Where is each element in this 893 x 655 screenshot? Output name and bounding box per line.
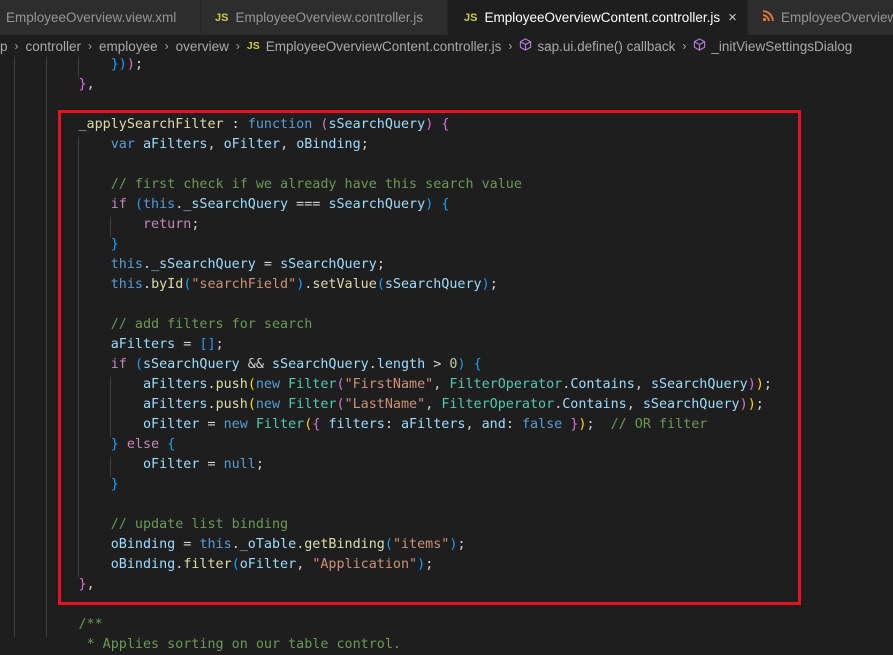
rss-xml-icon — [762, 10, 774, 25]
tab-employee-overview-content-controller-js[interactable]: JS EmployeeOverviewContent.controller.js… — [448, 0, 748, 35]
js-file-icon: JS — [464, 11, 478, 24]
code-line: }, — [14, 75, 95, 95]
tab-label: EmployeeOverview.controller.js — [235, 10, 424, 25]
chevron-right-icon: › — [164, 39, 169, 53]
tab-label: EmployeeOverview.view.xml — [6, 10, 177, 25]
breadcrumb-item[interactable]: employee — [99, 39, 158, 54]
breadcrumb-item[interactable]: EmployeeOverviewContent.controller.js — [266, 39, 502, 54]
tab-label: EmployeeOverviewContent.controller.js — [484, 10, 721, 25]
code-editor[interactable]: })); }, _applySearchFilter : function (s… — [0, 55, 893, 652]
code-token: ) — [126, 57, 135, 72]
code-line: })); — [14, 55, 143, 75]
breadcrumb-item[interactable]: _initViewSettingsDialog — [711, 39, 852, 54]
code-token: ; — [134, 57, 143, 72]
code-line: /** — [14, 615, 103, 635]
tab-employee-overview-controller-js[interactable]: JS EmployeeOverview.controller.js — [201, 0, 448, 35]
code-line: * Applies sorting on our table control. — [14, 635, 401, 655]
cube-icon — [519, 38, 532, 54]
js-file-icon: JS — [215, 11, 229, 24]
breadcrumb: p › controller › employee › overview › J… — [0, 35, 893, 57]
code-token: /** — [78, 617, 103, 632]
chevron-right-icon: › — [508, 39, 513, 53]
chevron-right-icon: › — [14, 39, 19, 53]
tab-employee-overview[interactable]: EmployeeOverview — [748, 0, 893, 35]
code-token: , — [86, 77, 95, 92]
code-token: } — [78, 77, 87, 92]
breadcrumb-item[interactable]: sap.ui.define() callback — [537, 39, 675, 54]
breadcrumb-item[interactable]: p — [0, 39, 8, 54]
code-token: * Applies sorting on our table control. — [86, 637, 401, 652]
chevron-right-icon: › — [88, 39, 93, 53]
tab-employee-overview-view-xml[interactable]: EmployeeOverview.view.xml — [0, 0, 201, 35]
code-token: }) — [110, 57, 127, 72]
breadcrumb-item[interactable]: overview — [176, 39, 229, 54]
chevron-right-icon: › — [682, 39, 687, 53]
chevron-right-icon: › — [235, 39, 240, 53]
cube-icon — [693, 38, 706, 54]
breadcrumb-item[interactable]: controller — [26, 39, 82, 54]
js-file-icon: JS — [246, 40, 260, 52]
highlight-annotation-box — [58, 110, 801, 605]
close-tab-icon[interactable]: × — [728, 9, 737, 26]
tab-label: EmployeeOverview — [781, 10, 893, 25]
editor-tab-bar: EmployeeOverview.view.xml JS EmployeeOve… — [0, 0, 893, 36]
